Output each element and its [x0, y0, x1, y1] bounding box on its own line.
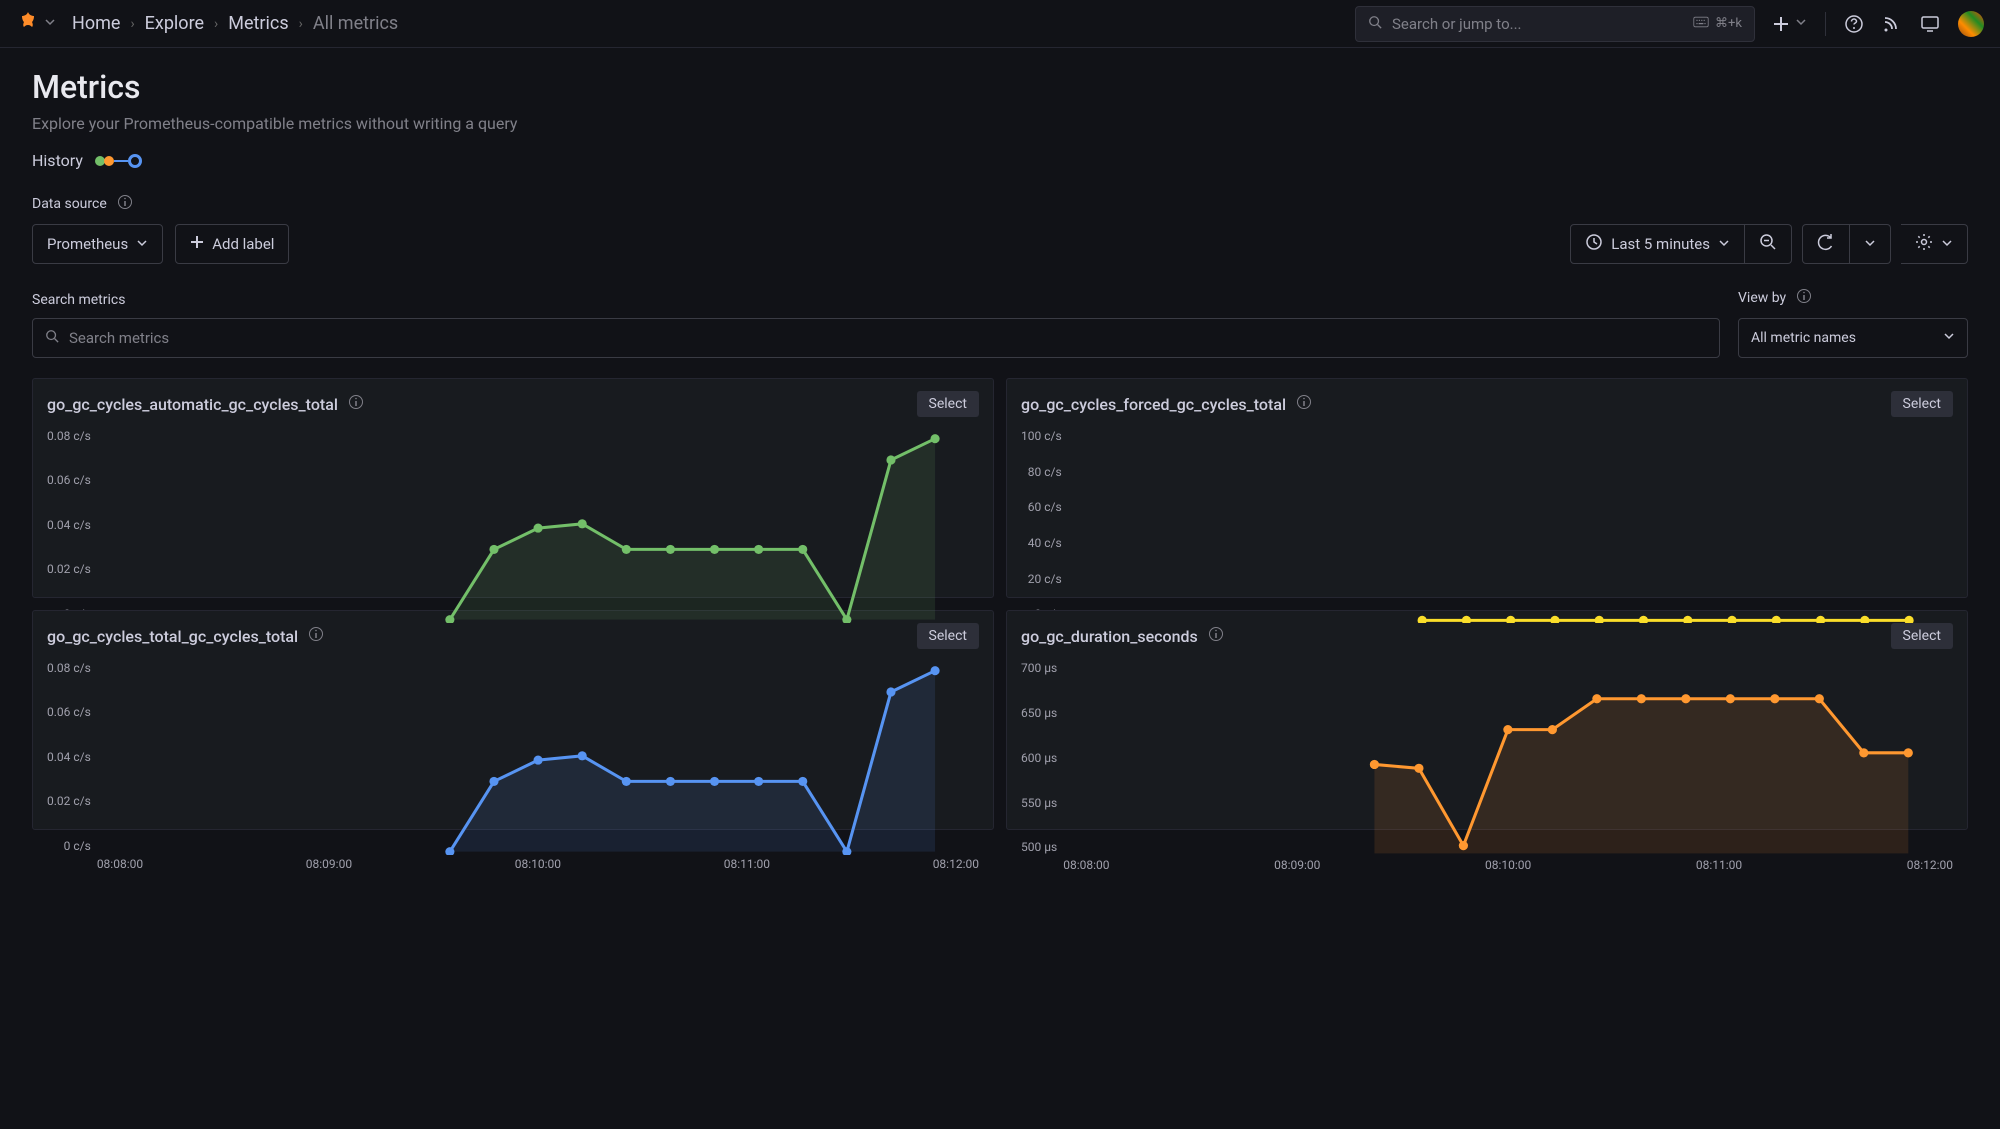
- y-axis: 0.08 c/s0.06 c/s0.04 c/s0.02 c/s0 c/s: [47, 657, 97, 871]
- page-subtitle: Explore your Prometheus-compatible metri…: [32, 114, 1968, 133]
- time-range-picker[interactable]: Last 5 minutes: [1570, 224, 1745, 264]
- chevron-right-icon: ›: [214, 16, 218, 32]
- chart-plot[interactable]: [1063, 657, 1953, 856]
- refresh-group: [1802, 224, 1891, 264]
- search-icon: [45, 329, 59, 347]
- select-metric-button[interactable]: Select: [917, 623, 979, 649]
- search-metrics-label: Search metrics: [32, 292, 125, 308]
- panel-title: go_gc_duration_seconds: [1021, 627, 1198, 646]
- zoom-out-button[interactable]: [1745, 224, 1792, 264]
- viewby-select[interactable]: All metric names: [1738, 318, 1968, 358]
- chevron-down-icon: [44, 16, 56, 32]
- page: Metrics Explore your Prometheus-compatib…: [0, 48, 2000, 850]
- avatar[interactable]: [1958, 11, 1984, 37]
- history-row: History: [32, 151, 1968, 170]
- breadcrumb-explore[interactable]: Explore: [145, 13, 204, 34]
- y-axis: 700 µs650 µs600 µs550 µs500 µs: [1021, 657, 1063, 872]
- info-icon[interactable]: [348, 394, 364, 414]
- metric-panel: go_gc_duration_secondsSelect700 µs650 µs…: [1006, 610, 1968, 830]
- datasource-label: Data source: [32, 196, 107, 212]
- metric-panel: go_gc_cycles_total_gc_cycles_total Select…: [32, 610, 994, 830]
- zoom-out-icon: [1759, 233, 1777, 255]
- metric-panel: go_gc_cycles_automatic_gc_cycles_total Se…: [32, 378, 994, 598]
- datasource-select[interactable]: Prometheus: [32, 224, 163, 264]
- chevron-down-icon: [136, 235, 148, 253]
- help-icon[interactable]: [1844, 14, 1864, 34]
- info-icon[interactable]: [117, 194, 133, 214]
- chevron-down-icon: [1864, 235, 1876, 253]
- select-metric-button[interactable]: Select: [917, 391, 979, 417]
- news-icon[interactable]: [1882, 14, 1902, 34]
- kbd-shortcut-hint: ⌘+k: [1693, 16, 1742, 32]
- chevron-down-icon: [1795, 16, 1807, 32]
- page-title: Metrics: [32, 68, 1968, 106]
- add-label-button[interactable]: Add label: [175, 224, 289, 264]
- history-label: History: [32, 151, 83, 170]
- chevron-down-icon: [1718, 235, 1730, 253]
- select-metric-button[interactable]: Select: [1891, 391, 1953, 417]
- viewby-label: View by: [1738, 290, 1786, 306]
- panel-title: go_gc_cycles_forced_gc_cycles_total: [1021, 395, 1286, 414]
- global-search[interactable]: ⌘+k: [1355, 6, 1755, 42]
- breadcrumb-home[interactable]: Home: [72, 13, 120, 34]
- x-axis: 08:08:0008:09:0008:10:0008:11:0008:12:00: [97, 855, 979, 871]
- breadcrumb-current: All metrics: [313, 13, 398, 34]
- info-icon[interactable]: [1296, 394, 1312, 414]
- topbar: Home › Explore › Metrics › All metrics ⌘…: [0, 0, 2000, 48]
- time-range-group: Last 5 minutes: [1570, 224, 1792, 264]
- panel-title: go_gc_cycles_automatic_gc_cycles_total: [47, 395, 338, 414]
- x-axis: 08:08:0008:09:0008:10:0008:11:0008:12:00: [1063, 856, 1953, 872]
- chart-plot[interactable]: [97, 657, 979, 855]
- history-trail-icon[interactable]: [95, 154, 142, 168]
- refresh-interval-select[interactable]: [1850, 224, 1891, 264]
- y-axis: 100 c/s80 c/s60 c/s40 c/s20 c/s0 c/s: [1021, 425, 1068, 639]
- info-icon[interactable]: [1208, 626, 1224, 646]
- app-menu[interactable]: [16, 10, 56, 38]
- search-icon: [1368, 15, 1382, 33]
- info-icon[interactable]: [308, 626, 324, 646]
- chevron-right-icon: ›: [299, 16, 303, 32]
- refresh-icon: [1817, 233, 1835, 255]
- info-icon[interactable]: [1796, 288, 1812, 308]
- gear-icon: [1915, 233, 1933, 255]
- chevron-down-icon: [1941, 235, 1953, 253]
- chevron-down-icon: [1943, 330, 1955, 346]
- clock-icon: [1585, 233, 1603, 255]
- metric-search[interactable]: [32, 318, 1720, 358]
- breadcrumb: Home › Explore › Metrics › All metrics: [72, 13, 398, 34]
- refresh-button[interactable]: [1802, 224, 1850, 264]
- metric-panel: go_gc_cycles_forced_gc_cycles_total Selec…: [1006, 378, 1968, 598]
- grafana-logo-icon: [16, 10, 40, 38]
- chart-plot[interactable]: [97, 425, 979, 623]
- settings-group: [1901, 224, 1968, 264]
- panel-title: go_gc_cycles_total_gc_cycles_total: [47, 627, 298, 646]
- chart-plot[interactable]: [1068, 425, 1953, 623]
- chevron-right-icon: ›: [130, 16, 134, 32]
- settings-button[interactable]: [1901, 224, 1968, 264]
- metric-search-input[interactable]: [69, 329, 1707, 347]
- plus-icon: [190, 235, 204, 253]
- breadcrumb-metrics[interactable]: Metrics: [228, 13, 288, 34]
- datasource-label-row: Data source: [32, 194, 1968, 214]
- y-axis: 0.08 c/s0.06 c/s0.04 c/s0.02 c/s0 c/s: [47, 425, 97, 639]
- monitor-icon[interactable]: [1920, 14, 1940, 34]
- add-menu[interactable]: [1771, 14, 1807, 34]
- metric-panels: go_gc_cycles_automatic_gc_cycles_total Se…: [32, 378, 1968, 850]
- global-search-input[interactable]: [1392, 15, 1683, 33]
- select-metric-button[interactable]: Select: [1891, 623, 1953, 649]
